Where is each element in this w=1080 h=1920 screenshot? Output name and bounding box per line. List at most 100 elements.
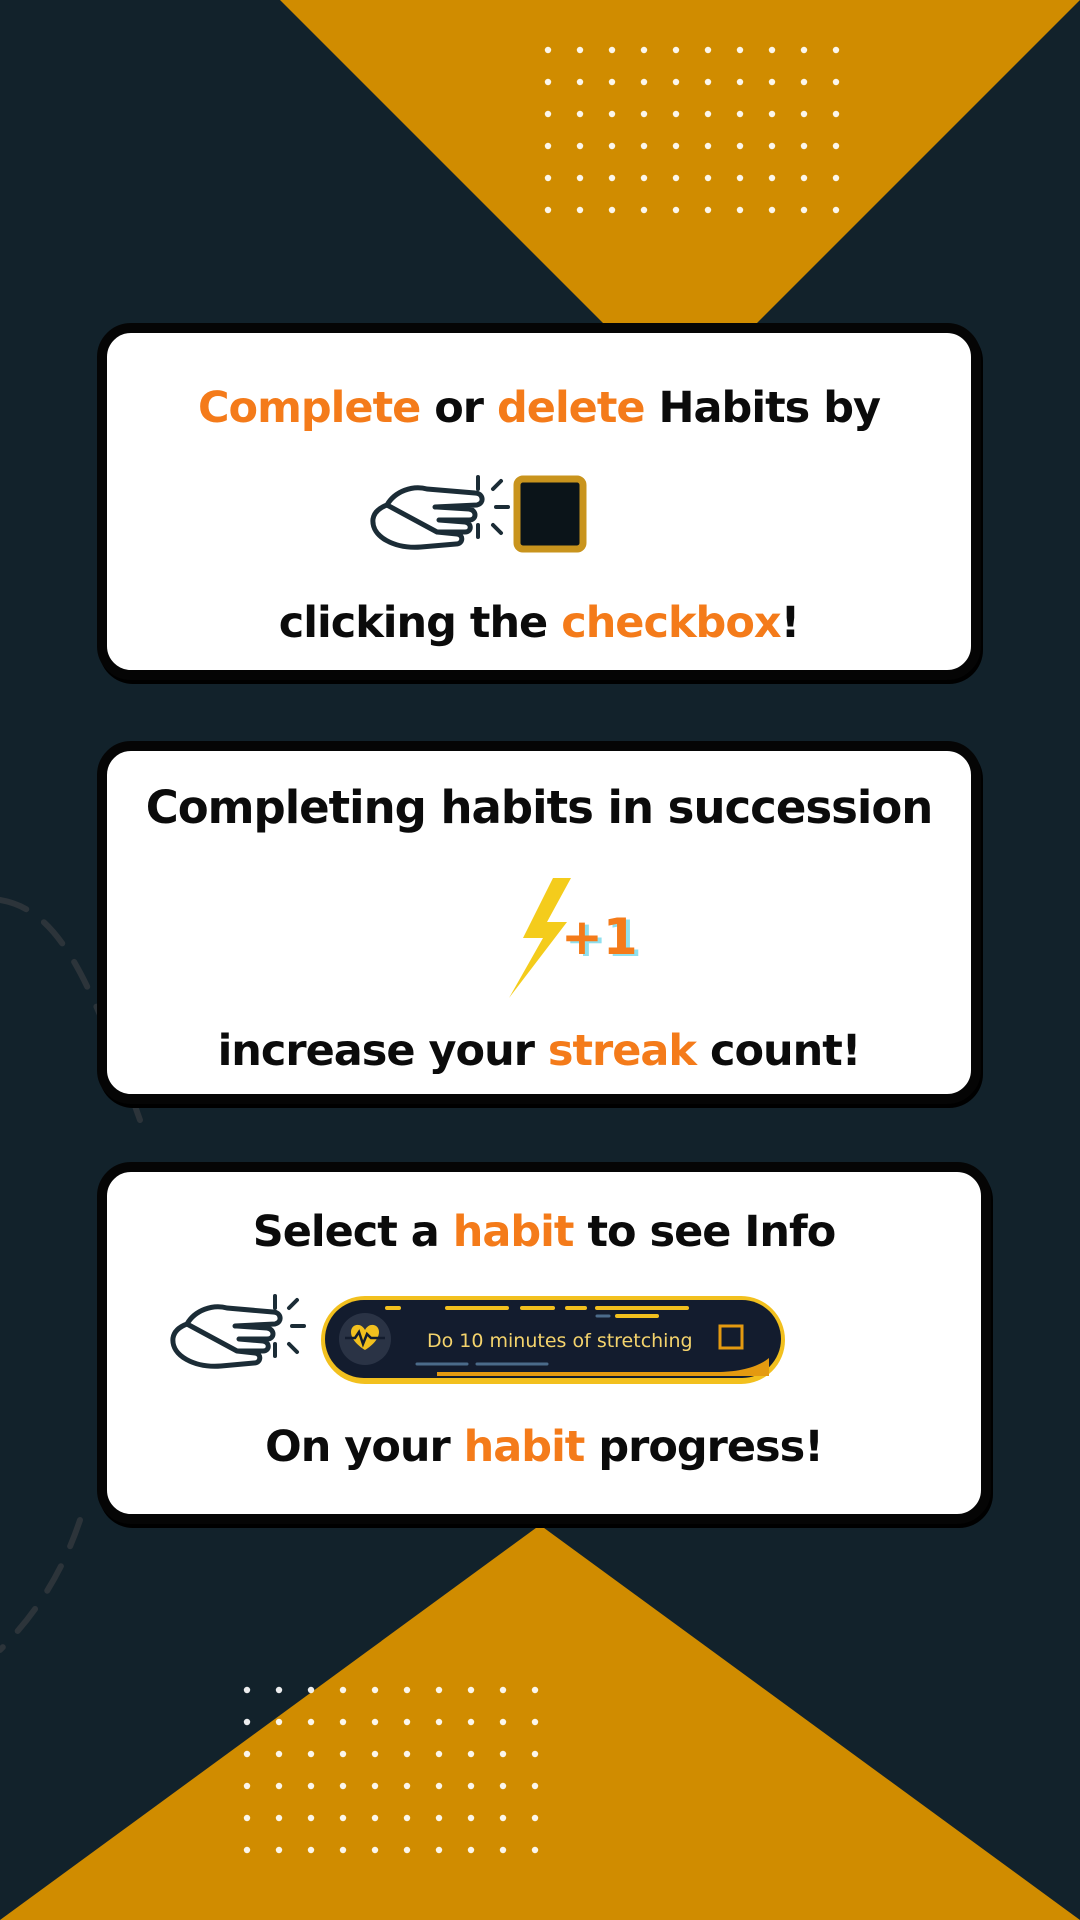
decor-dot	[435, 1718, 443, 1726]
decor-dot	[640, 46, 648, 54]
word-habit: habit	[452, 1207, 575, 1257]
decor-dot	[371, 1686, 379, 1694]
decor-dot	[576, 142, 584, 150]
decor-dot	[403, 1750, 411, 1758]
decor-dot	[467, 1686, 475, 1694]
decor-dot	[704, 174, 712, 182]
decor-dot	[608, 174, 616, 182]
decor-dot	[768, 142, 776, 150]
decor-dot	[339, 1750, 347, 1758]
decor-dot	[307, 1846, 315, 1854]
decor-dot	[467, 1718, 475, 1726]
decor-dot	[768, 206, 776, 214]
decor-dot	[544, 142, 552, 150]
decor-dot	[768, 46, 776, 54]
decor-dot	[800, 46, 808, 54]
decor-dot	[832, 206, 840, 214]
decor-dot	[307, 1686, 315, 1694]
text-increase-your: increase your	[217, 1026, 548, 1076]
card-select-habit: Select a habit to see Info Do 10 minutes…	[97, 1162, 991, 1524]
decor-dot	[531, 1814, 539, 1822]
click-spark-lines	[476, 475, 510, 539]
word-habit-2: habit	[463, 1422, 586, 1472]
decor-dot	[672, 110, 680, 118]
decor-dot	[576, 174, 584, 182]
decor-dot	[531, 1686, 539, 1694]
checkbox-icon	[513, 475, 587, 553]
decor-dot	[403, 1846, 411, 1854]
decor-dot	[371, 1750, 379, 1758]
decor-dot	[403, 1782, 411, 1790]
decor-dot	[736, 78, 744, 86]
decor-dot	[544, 110, 552, 118]
decor-dot	[403, 1814, 411, 1822]
decor-dot	[576, 78, 584, 86]
decor-dot	[499, 1718, 507, 1726]
text-progress: progress!	[584, 1422, 823, 1472]
decor-dot	[768, 174, 776, 182]
decor-dot	[608, 206, 616, 214]
decor-dot	[467, 1814, 475, 1822]
text-to-see-info: to see Info	[573, 1207, 836, 1257]
decor-dot	[832, 46, 840, 54]
habit-item[interactable]: Do 10 minutes of stretching	[317, 1292, 789, 1390]
decor-dot	[307, 1750, 315, 1758]
card-complete-delete: Complete or delete Habits by clicking th…	[97, 323, 981, 680]
decor-dot	[704, 78, 712, 86]
decor-dot	[499, 1814, 507, 1822]
decor-dot	[608, 142, 616, 150]
card2-subtext: increase your streak count!	[107, 1026, 971, 1076]
decor-dot	[736, 46, 744, 54]
click-spark-lines	[273, 1294, 306, 1358]
plus-one-badge: +1	[561, 908, 638, 966]
decor-dot	[640, 206, 648, 214]
decor-dot	[499, 1846, 507, 1854]
decor-dot	[704, 110, 712, 118]
hand-pointing-at-checkbox	[370, 475, 587, 553]
decor-dot	[800, 78, 808, 86]
decor-dot	[704, 142, 712, 150]
decor-dot	[339, 1686, 347, 1694]
pointing-hand-icon	[170, 1304, 283, 1369]
decor-dot	[704, 206, 712, 214]
decor-dot	[531, 1750, 539, 1758]
decor-dot	[243, 1846, 251, 1854]
decor-dot	[531, 1846, 539, 1854]
text-select-a: Select a	[252, 1207, 453, 1257]
decor-dot	[672, 78, 680, 86]
decor-dot	[672, 46, 680, 54]
decor-dot	[576, 46, 584, 54]
decor-dot	[243, 1686, 251, 1694]
decor-dot	[608, 78, 616, 86]
text-exclaim: !	[780, 598, 801, 648]
decor-dot	[371, 1718, 379, 1726]
decor-dot	[435, 1686, 443, 1694]
decor-dot	[736, 110, 744, 118]
decor-dot	[339, 1718, 347, 1726]
decor-dot	[339, 1846, 347, 1854]
decor-dot	[499, 1686, 507, 1694]
decor-dot	[435, 1846, 443, 1854]
decor-dot	[672, 206, 680, 214]
word-habits-by: Habits by	[644, 383, 881, 433]
decor-dot	[307, 1814, 315, 1822]
card2-heading: Completing habits in succession	[145, 781, 934, 834]
decor-dot	[544, 206, 552, 214]
decor-dot	[371, 1814, 379, 1822]
decor-dot	[640, 78, 648, 86]
decor-dot	[544, 174, 552, 182]
card1-heading: Complete or delete Habits by	[107, 383, 971, 433]
word-or: or	[420, 383, 497, 433]
decor-dot	[800, 174, 808, 182]
card3-heading: Select a habit to see Info	[107, 1207, 981, 1257]
decor-dot	[243, 1814, 251, 1822]
decor-dot	[403, 1686, 411, 1694]
decor-dot	[736, 206, 744, 214]
decor-dot	[640, 110, 648, 118]
decor-dot	[403, 1718, 411, 1726]
pointing-hand-icon	[370, 485, 485, 550]
text-on-your: On your	[265, 1422, 464, 1472]
decor-dot	[307, 1718, 315, 1726]
habit-label: Do 10 minutes of stretching	[427, 1330, 693, 1352]
decor-dot	[275, 1750, 283, 1758]
